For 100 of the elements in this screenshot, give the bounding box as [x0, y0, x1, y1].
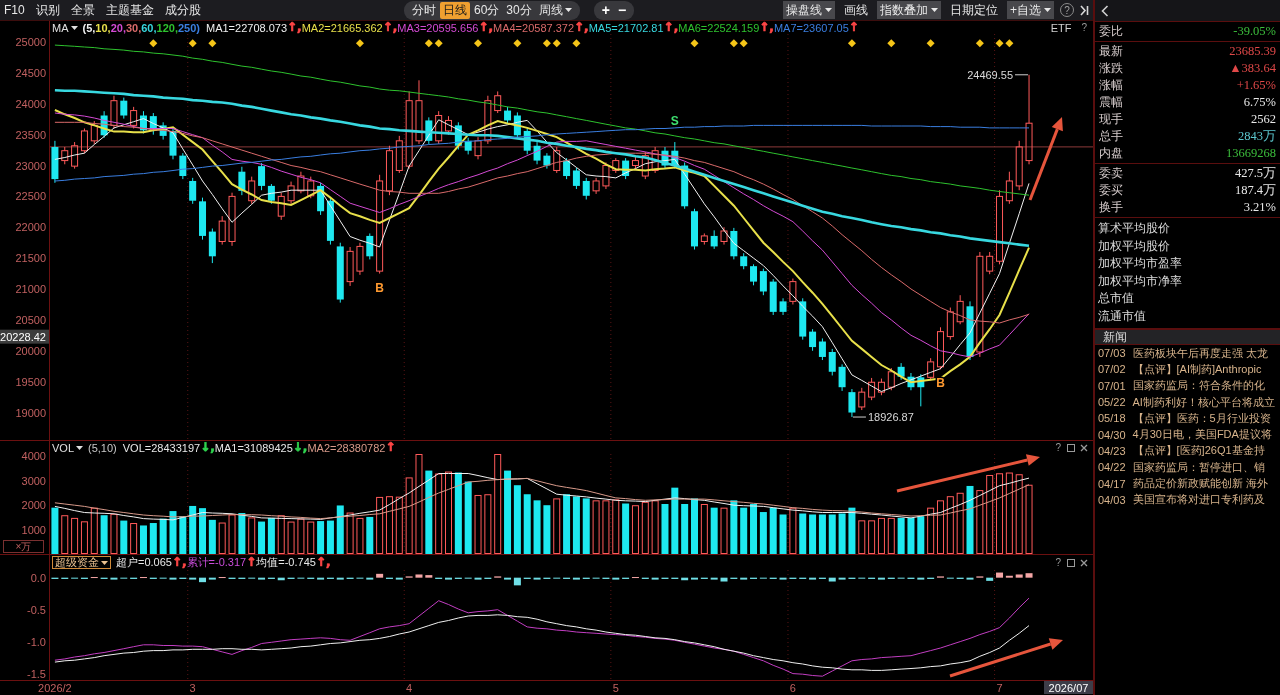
volume-bar	[120, 520, 128, 554]
candlestick	[218, 215, 226, 246]
volume-bar	[838, 513, 846, 554]
axis-label: -0.5	[27, 603, 46, 616]
diamond-icon	[926, 39, 935, 48]
nav-item[interactable]: 主题基金	[105, 1, 154, 19]
volume-bar	[789, 507, 797, 554]
change-arrow: ↑,	[759, 21, 774, 34]
news-title[interactable]: 国家药监局：暂停进口、销	[1132, 459, 1265, 475]
caret-icon	[101, 560, 108, 565]
axis-label: 4000	[21, 450, 46, 463]
volume-bar	[238, 513, 246, 554]
period-tab[interactable]: 日线	[440, 1, 470, 19]
candlestick	[828, 348, 836, 376]
date-cursor-label: 2026/07	[1044, 681, 1093, 694]
period-number: 250)	[177, 21, 200, 34]
help-button[interactable]: ?	[1081, 22, 1087, 33]
stat-label: 流通市值	[1098, 307, 1146, 325]
candlestick	[61, 146, 69, 165]
collapse-icon[interactable]	[1080, 4, 1089, 16]
candlestick	[641, 151, 649, 180]
period-tab[interactable]: 分时	[409, 1, 439, 19]
candlestick	[917, 373, 925, 407]
change-arrow: ↑,	[171, 556, 187, 569]
axis-label: 22500	[15, 190, 46, 203]
volume-bar	[917, 516, 925, 554]
nav-item[interactable]: F10	[4, 1, 25, 19]
candlestick	[612, 157, 620, 174]
axis-label: 20000	[15, 344, 46, 357]
legend-value: VOL=28433197	[122, 441, 201, 454]
candlestick	[730, 227, 738, 260]
quote-label: 内盘	[1099, 145, 1123, 162]
flow-bar	[366, 577, 374, 580]
nav-item[interactable]: 全景	[70, 1, 95, 19]
news-title[interactable]: 药品定价新政赋能创新 海外	[1132, 476, 1268, 491]
quote-label: 震幅	[1099, 94, 1123, 111]
flow-bar	[1025, 573, 1033, 578]
close-icon[interactable]	[1080, 558, 1088, 567]
volume-bar	[700, 504, 708, 554]
caret-icon	[1044, 8, 1051, 12]
flow-bar	[996, 572, 1003, 578]
volume-bar	[946, 496, 954, 554]
parameter-label: (5,10)	[88, 441, 117, 454]
quote-label: 涨跌	[1099, 60, 1123, 77]
news-title[interactable]: 【点评】[医药]26Q1基金持	[1132, 443, 1265, 459]
volume-bar	[858, 520, 866, 554]
indicator-selector[interactable]: MA	[52, 21, 78, 34]
indicator-selector[interactable]: VOL	[52, 441, 83, 454]
news-title[interactable]: 【点评】医药：5月行业投资	[1132, 410, 1271, 426]
indicator-selector[interactable]: 超级资金	[52, 556, 111, 569]
candlestick	[946, 307, 954, 341]
tool-button[interactable]: 日期定位	[947, 1, 1001, 19]
diamond-icon	[208, 39, 217, 48]
nav-item[interactable]: 成分股	[164, 1, 201, 19]
close-icon[interactable]	[1080, 443, 1088, 452]
back-icon[interactable]	[1101, 4, 1109, 17]
help-button[interactable]: ?	[1055, 557, 1061, 568]
news-title[interactable]: 国家药监局：符合条件的化	[1132, 378, 1265, 394]
change-arrow: ↑	[246, 556, 257, 569]
flow-bar	[169, 577, 177, 580]
candlestick	[553, 146, 561, 174]
news-title[interactable]: AI制药利好！核心平台将成立	[1132, 394, 1275, 410]
diamond-icon	[188, 39, 197, 48]
tool-dropdown[interactable]: +自选	[1007, 1, 1054, 19]
flow-bar	[336, 577, 344, 580]
news-title[interactable]: 4月30日电，美国FDA提议将	[1132, 427, 1272, 443]
maximize-icon[interactable]	[1067, 558, 1075, 567]
tool-dropdown[interactable]: 指数叠加	[877, 1, 941, 19]
period-number: (5,	[82, 21, 96, 34]
flow-bar	[612, 577, 620, 580]
help-button[interactable]: ?	[1055, 442, 1061, 453]
tool-dropdown[interactable]: 操盘线	[783, 1, 835, 19]
period-tab[interactable]: 30分	[503, 1, 535, 19]
nav-item[interactable]: 识别	[35, 1, 60, 19]
stat-label: 加权平均股价	[1098, 237, 1170, 255]
news-title[interactable]: 美国宣布将对进口专利药及	[1132, 492, 1265, 508]
maximize-icon[interactable]	[1067, 443, 1075, 452]
quote-value: 13669268	[1226, 146, 1276, 161]
period-tab[interactable]: 60分	[471, 1, 503, 19]
candlestick	[484, 95, 492, 145]
news-title[interactable]: 【点评】[AI制药]Anthropic	[1132, 361, 1262, 377]
news-date: 04/03	[1098, 493, 1126, 506]
diamond-icon	[975, 39, 984, 48]
axis-label: 22000	[15, 221, 46, 234]
flow-bar	[189, 577, 197, 580]
annotation: 18926.87	[867, 411, 914, 424]
news-title[interactable]: 医药板块午后再度走强 太龙	[1132, 345, 1268, 361]
candlestick	[395, 135, 403, 174]
quote-label: 最新	[1099, 43, 1123, 60]
tool-button[interactable]: 画线	[841, 1, 871, 19]
candlestick	[120, 97, 128, 120]
news-date: 07/03	[1098, 347, 1126, 360]
period-tab[interactable]: 周线	[535, 1, 575, 19]
zoom-button[interactable]: −	[617, 1, 627, 19]
volume-bar	[199, 508, 206, 554]
zoom-button[interactable]: +	[601, 1, 610, 19]
volume-bar	[681, 504, 689, 554]
candlestick	[307, 176, 315, 199]
candlestick	[494, 90, 502, 114]
candlestick	[287, 181, 295, 205]
